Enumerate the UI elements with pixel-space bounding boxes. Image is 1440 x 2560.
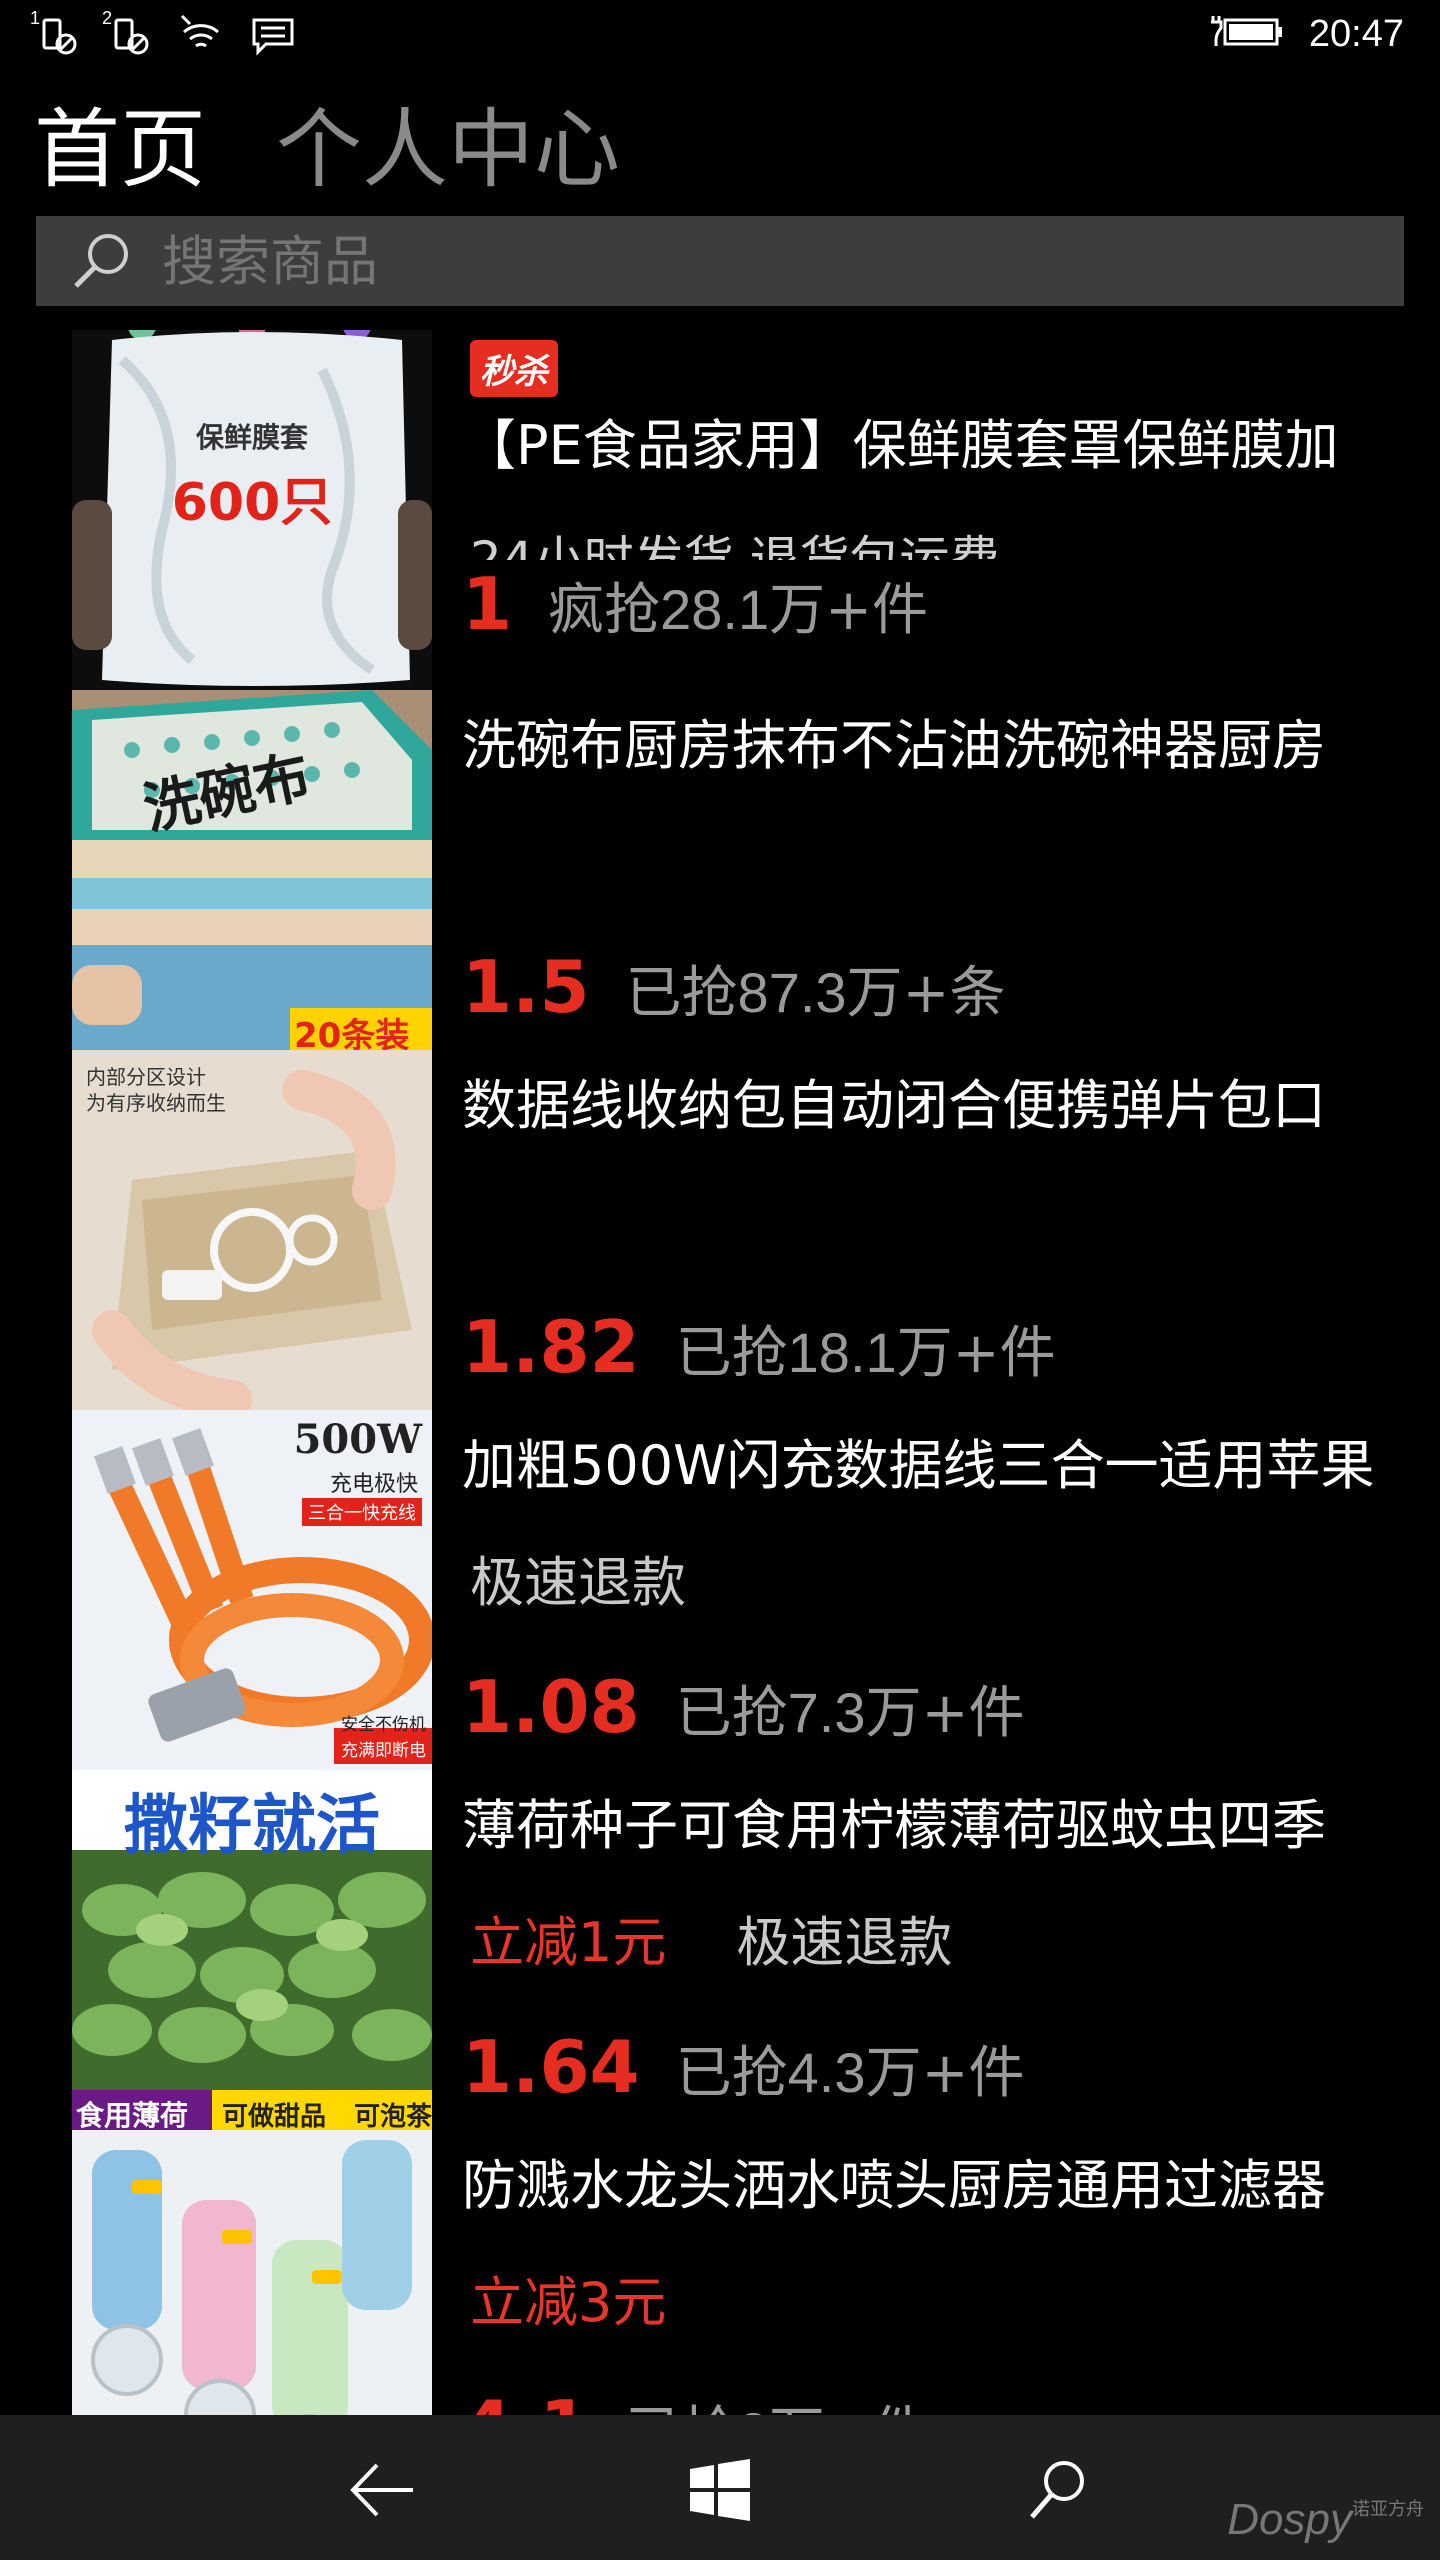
- product-image: 保鲜膜套 600只: [72, 330, 432, 690]
- product-title: 加粗500W闪充数据线三合一适用苹果: [462, 1434, 1375, 1497]
- thumb-count: 600只: [171, 473, 333, 533]
- start-button[interactable]: [680, 2455, 760, 2525]
- product-info: 防溅水龙头洒水喷头厨房通用过滤器 立减3元 4.1 已抢2万+件: [462, 2130, 1440, 2415]
- search-icon: [68, 228, 134, 294]
- product-info: 加粗500W闪充数据线三合一适用苹果 极速退款 1.08 已抢7.3万+件: [462, 1410, 1440, 1770]
- product-item[interactable]: 洗碗布 20条装 洗碗布厨房抹布不沾油洗碗神器厨房 1.5 已抢87.3万+条: [72, 690, 1372, 1050]
- price-row: 4.1 已抢2万+件: [462, 2385, 928, 2415]
- thumb-label: 保鲜膜套: [195, 421, 308, 454]
- wifi-icon: [178, 12, 224, 58]
- thumb-sublabel: 充电极快: [329, 1472, 418, 1497]
- tag-row: 极速退款: [470, 1538, 686, 1617]
- product-item[interactable]: 内部分区设计 为有序收纳而生 数据线收纳包自动闭合便携弹片包口 1.82 已抢1…: [72, 1050, 1372, 1410]
- sim1-no-signal-icon: 1: [30, 8, 80, 58]
- pivot-header: 首页 个人中心: [34, 100, 620, 200]
- sold-count: 已抢2万+件: [626, 2388, 928, 2415]
- tag-discount: 立减1元: [470, 1911, 667, 1974]
- thumb-label: 500W: [293, 1416, 422, 1463]
- tag-row: 立减3元: [470, 2258, 666, 2337]
- sold-count: 已抢87.3万+条: [625, 961, 1006, 1026]
- product-item[interactable]: 撒籽就活 食用薄荷 可做甜品 可泡茶 薄荷种子可食用柠檬薄荷驱蚊虫四季 立减1元…: [72, 1770, 1372, 2130]
- product-title: 【PE食品家用】保鲜膜套罩保鲜膜加: [462, 414, 1339, 477]
- sold-count: 疯抢28.1万+件: [548, 578, 929, 643]
- product-info: 洗碗布厨房抹布不沾油洗碗神器厨房 1.5 已抢87.3万+条: [462, 690, 1440, 1050]
- sold-count: 已抢18.1万+件: [675, 1321, 1056, 1386]
- thumb-note: 安全不伤机: [341, 1715, 426, 1735]
- search-button[interactable]: [1018, 2455, 1098, 2525]
- product-image: 内部分区设计 为有序收纳而生: [72, 1050, 432, 1410]
- navigation-bar: [0, 2415, 1440, 2560]
- search-input[interactable]: [160, 228, 1264, 294]
- product-info: 秒杀 【PE食品家用】保鲜膜套罩保鲜膜加 24小时发货 退货包运费 1 疯抢28…: [462, 330, 1440, 690]
- price-row: 1.82 已抢18.1万+件: [462, 1305, 1056, 1389]
- message-icon: [250, 12, 296, 58]
- product-item[interactable]: 保鲜膜套 600只 秒杀 【PE食品家用】保鲜膜套罩保鲜膜加 24小时发货 退货…: [72, 330, 1372, 690]
- thumb-count: 20条装: [294, 1016, 410, 1050]
- search-icon: [1030, 2461, 1084, 2519]
- tab-personal-center[interactable]: 个人中心: [276, 100, 620, 200]
- price: 1.64: [462, 2025, 640, 2109]
- sold-count: 已抢4.3万+件: [675, 2041, 1025, 2106]
- price-row: 1.5 已抢87.3万+条: [462, 945, 1005, 1029]
- status-icons-left: 1 2: [30, 8, 296, 58]
- status-bar: 1 2 20:47: [0, 0, 1440, 72]
- thumb-note-2: 充满即断电: [341, 1741, 426, 1761]
- thumb-label: 内部分区设计: [86, 1065, 206, 1089]
- thumb-tag: 三合一快充线: [302, 1498, 422, 1526]
- product-image: 500W 充电极快 三合一快充线 安全不伤机 充满即断电: [72, 1410, 432, 1770]
- status-icons-right: 20:47: [1210, 12, 1404, 56]
- product-title: 洗碗布厨房抹布不沾油洗碗神器厨房: [462, 714, 1326, 777]
- flash-sale-badge: 秒杀: [470, 340, 558, 397]
- tag-row: 立减1元 极速退款: [470, 1898, 952, 1977]
- clock: 20:47: [1308, 12, 1404, 55]
- sim2-no-signal-icon: 2: [102, 8, 152, 58]
- product-item[interactable]: 防溅水龙头洒水喷头厨房通用过滤器 立减3元 4.1 已抢2万+件: [72, 2130, 1372, 2415]
- tag-discount: 立减3元: [470, 2271, 667, 2334]
- price-row: 1.64 已抢4.3万+件: [462, 2025, 1024, 2109]
- product-image: 洗碗布 20条装: [72, 690, 432, 1050]
- product-info: 数据线收纳包自动闭合便携弹片包口 1.82 已抢18.1万+件: [462, 1050, 1440, 1410]
- thumb-tag-2: 可做甜品: [222, 2102, 327, 2130]
- price: 4.1: [462, 2385, 590, 2415]
- thumb-sublabel: 为有序收纳而生: [86, 1091, 226, 1115]
- search-bar[interactable]: [36, 216, 1404, 306]
- price: 1.5: [462, 945, 590, 1029]
- sold-count: 已抢7.3万+件: [675, 1681, 1025, 1746]
- thumb-tag-1: 食用薄荷: [76, 2099, 189, 2130]
- product-title: 薄荷种子可食用柠檬薄荷驱蚊虫四季: [462, 1794, 1326, 1857]
- watermark-logo: Dospy诺亚方舟: [1227, 2495, 1424, 2544]
- product-image: 撒籽就活 食用薄荷 可做甜品 可泡茶: [72, 1770, 432, 2130]
- thumb-tag-3: 可泡茶: [354, 2102, 432, 2130]
- tab-home[interactable]: 首页: [34, 100, 206, 200]
- price-row: 1.08 已抢7.3万+件: [462, 1665, 1024, 1749]
- back-arrow-icon: [350, 2463, 413, 2517]
- product-subtitle: 24小时发货 退货包运费: [470, 531, 1000, 560]
- product-info: 薄荷种子可食用柠檬薄荷驱蚊虫四季 立减1元 极速退款 1.64 已抢4.3万+件: [462, 1770, 1440, 2130]
- back-button[interactable]: [343, 2455, 423, 2525]
- price: 1.08: [462, 1665, 640, 1749]
- product-image: [72, 2130, 432, 2415]
- tag-fast-refund: 极速退款: [470, 1551, 686, 1614]
- price: 1.82: [462, 1305, 640, 1389]
- product-list[interactable]: 保鲜膜套 600只 秒杀 【PE食品家用】保鲜膜套罩保鲜膜加 24小时发货 退货…: [0, 330, 1440, 2415]
- price-row: 1 疯抢28.1万+件: [462, 562, 928, 646]
- product-title: 数据线收纳包自动闭合便携弹片包口: [462, 1074, 1326, 1137]
- product-item[interactable]: 500W 充电极快 三合一快充线 安全不伤机 充满即断电 加粗500W闪充数据线…: [72, 1410, 1374, 1770]
- price: 1: [462, 562, 513, 646]
- windows-logo-icon: [690, 2459, 750, 2521]
- tag-fast-refund: 极速退款: [736, 1911, 953, 1974]
- thumb-label: 撒籽就活: [124, 1789, 380, 1863]
- battery-charging-icon: [1210, 12, 1283, 56]
- product-title: 防溅水龙头洒水喷头厨房通用过滤器: [462, 2154, 1326, 2217]
